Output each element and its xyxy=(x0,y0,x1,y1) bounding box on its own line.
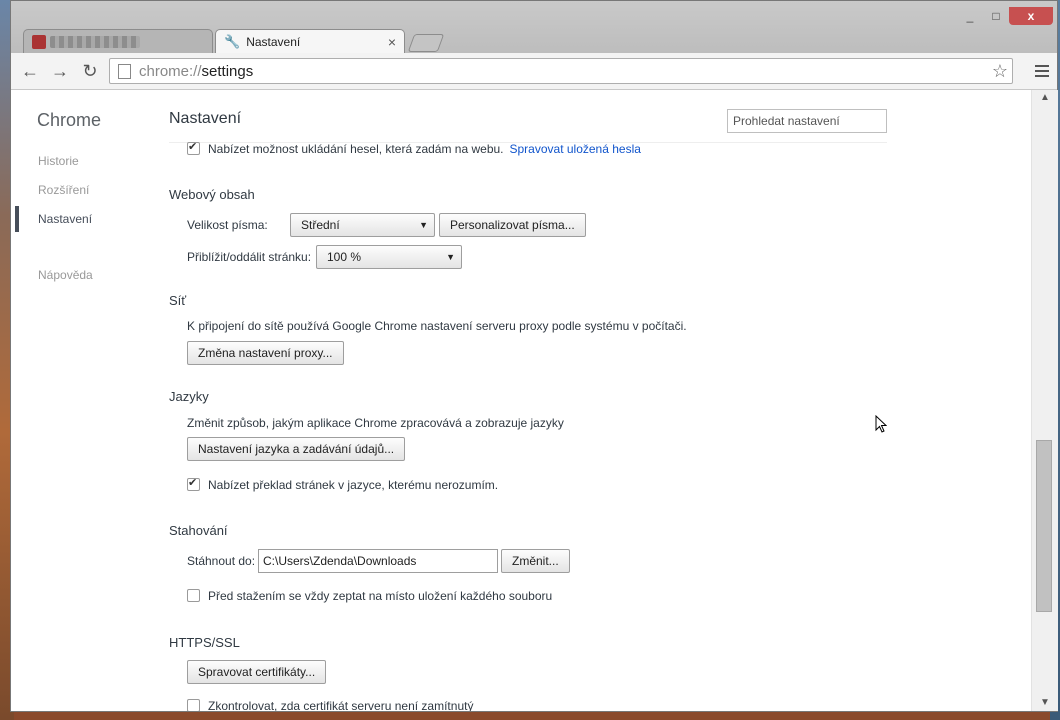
favicon-icon xyxy=(32,34,46,49)
tab-close-icon[interactable]: × xyxy=(388,34,396,50)
ask-download-location-row: Před stažením se vždy zeptat na místo ul… xyxy=(187,589,552,603)
close-window-button[interactable]: x xyxy=(1009,7,1053,25)
page-zoom-value: 100 % xyxy=(327,250,362,264)
sidebar-selection-marker xyxy=(15,206,19,232)
offer-translate-checkbox[interactable] xyxy=(187,476,200,492)
check-revocation-checkbox[interactable] xyxy=(187,699,200,711)
wrench-icon: 🔧 xyxy=(224,33,241,49)
scroll-down-arrow-icon[interactable]: ▼ xyxy=(1032,695,1058,711)
customize-fonts-button[interactable]: Personalizovat písma... xyxy=(439,213,586,237)
minimize-button[interactable]: _ xyxy=(957,7,983,25)
search-input[interactable]: Prohledat nastavení xyxy=(727,109,887,133)
window-controls: _ □ x xyxy=(957,7,1053,25)
manage-certificates-button[interactable]: Spravovat certifikáty... xyxy=(187,660,327,684)
browser-window: 🔧 Nastavení × _ □ x ← → ↻ chrome:// sett… xyxy=(10,0,1058,712)
page-title: Nastavení xyxy=(169,110,242,127)
section-heading-https: HTTPS/SSL xyxy=(169,635,240,650)
scroll-up-arrow-icon[interactable]: ▲ xyxy=(1032,90,1058,106)
page-zoom-select[interactable]: 100 % ▼ xyxy=(316,245,462,269)
change-download-location-button[interactable]: Změnit... xyxy=(501,549,570,573)
download-location-field[interactable]: C:\Users\Zdenda\Downloads xyxy=(258,549,498,573)
tab-settings[interactable]: 🔧 Nastavení × xyxy=(215,29,405,53)
offer-save-passwords-label: Nabízet možnost ukládání hesel, která za… xyxy=(208,142,504,156)
sidebar-item-help[interactable]: Nápověda xyxy=(38,268,93,282)
new-tab-button[interactable] xyxy=(407,34,445,52)
reload-button[interactable]: ↻ xyxy=(79,60,101,82)
download-location-label: Stáhnout do: xyxy=(187,554,256,568)
bookmark-star-icon[interactable]: ☆ xyxy=(992,61,1008,82)
check-revocation-label: Zkontrolovat, zda certifikát serveru nen… xyxy=(208,699,474,711)
language-settings-button[interactable]: Nastavení jazyka a zadávání údajů... xyxy=(187,437,406,461)
url-scheme: chrome:// xyxy=(139,62,202,80)
font-size-select[interactable]: Střední ▼ xyxy=(290,213,435,237)
offer-save-passwords-row: Nabízet možnost ukládání hesel, která za… xyxy=(187,140,641,156)
tab-strip: 🔧 Nastavení × _ □ x xyxy=(11,1,1057,53)
languages-description: Změnit způsob, jakým aplikace Chrome zpr… xyxy=(187,416,564,430)
vertical-scrollbar[interactable]: ▲ ▼ xyxy=(1031,90,1058,711)
section-heading-languages: Jazyky xyxy=(169,389,209,404)
maximize-button[interactable]: □ xyxy=(983,7,1009,25)
dropdown-arrow-icon: ▼ xyxy=(419,220,428,230)
ask-download-location-checkbox[interactable] xyxy=(187,589,200,603)
font-size-value: Střední xyxy=(301,218,340,232)
offer-translate-label: Nabízet překlad stránek v jazyce, kterém… xyxy=(208,478,499,492)
mouse-cursor-icon xyxy=(875,415,887,433)
check-revocation-row: Zkontrolovat, zda certifikát serveru nen… xyxy=(187,699,473,711)
tab-blurred[interactable] xyxy=(23,29,213,53)
sidebar-item-history[interactable]: Historie xyxy=(38,154,79,168)
scrollbar-thumb[interactable] xyxy=(1036,440,1052,612)
section-heading-downloads: Stahování xyxy=(169,523,228,538)
change-proxy-button[interactable]: Změna nastavení proxy... xyxy=(187,341,344,365)
back-button[interactable]: ← xyxy=(19,60,41,82)
tab-title: Nastavení xyxy=(246,34,301,49)
font-size-label: Velikost písma: xyxy=(187,218,268,232)
ask-download-location-label: Před stažením se vždy zeptat na místo ul… xyxy=(208,589,553,603)
toolbar: ← → ↻ chrome:// settings ☆ xyxy=(11,53,1057,90)
chrome-menu-icon[interactable] xyxy=(1035,62,1049,80)
page-icon xyxy=(118,63,131,79)
address-bar[interactable]: chrome:// settings ☆ xyxy=(109,58,1013,84)
manage-passwords-link[interactable]: Spravovat uložená hesla xyxy=(510,142,641,156)
sidebar-item-extensions[interactable]: Rozšíření xyxy=(38,183,89,197)
offer-translate-row: Nabízet překlad stránek v jazyce, kterém… xyxy=(187,476,499,492)
settings-page: Chrome Historie Rozšíření Nastavení Nápo… xyxy=(11,90,1031,711)
forward-button[interactable]: → xyxy=(49,60,71,82)
offer-save-passwords-checkbox[interactable] xyxy=(187,140,200,156)
section-heading-web-content: Webový obsah xyxy=(169,187,255,202)
dropdown-arrow-icon: ▼ xyxy=(446,252,455,262)
blurred-tab-title xyxy=(50,35,140,48)
url-host: settings xyxy=(201,62,254,80)
page-zoom-label: Přiblížit/oddálit stránku: xyxy=(187,250,312,264)
sidebar-item-settings[interactable]: Nastavení xyxy=(38,212,92,226)
sidebar: Chrome Historie Rozšíření Nastavení Nápo… xyxy=(11,90,141,711)
sidebar-brand: Chrome xyxy=(37,110,102,130)
section-heading-network: Síť xyxy=(169,293,187,308)
proxy-description: K připojení do sítě používá Google Chrom… xyxy=(187,319,687,333)
